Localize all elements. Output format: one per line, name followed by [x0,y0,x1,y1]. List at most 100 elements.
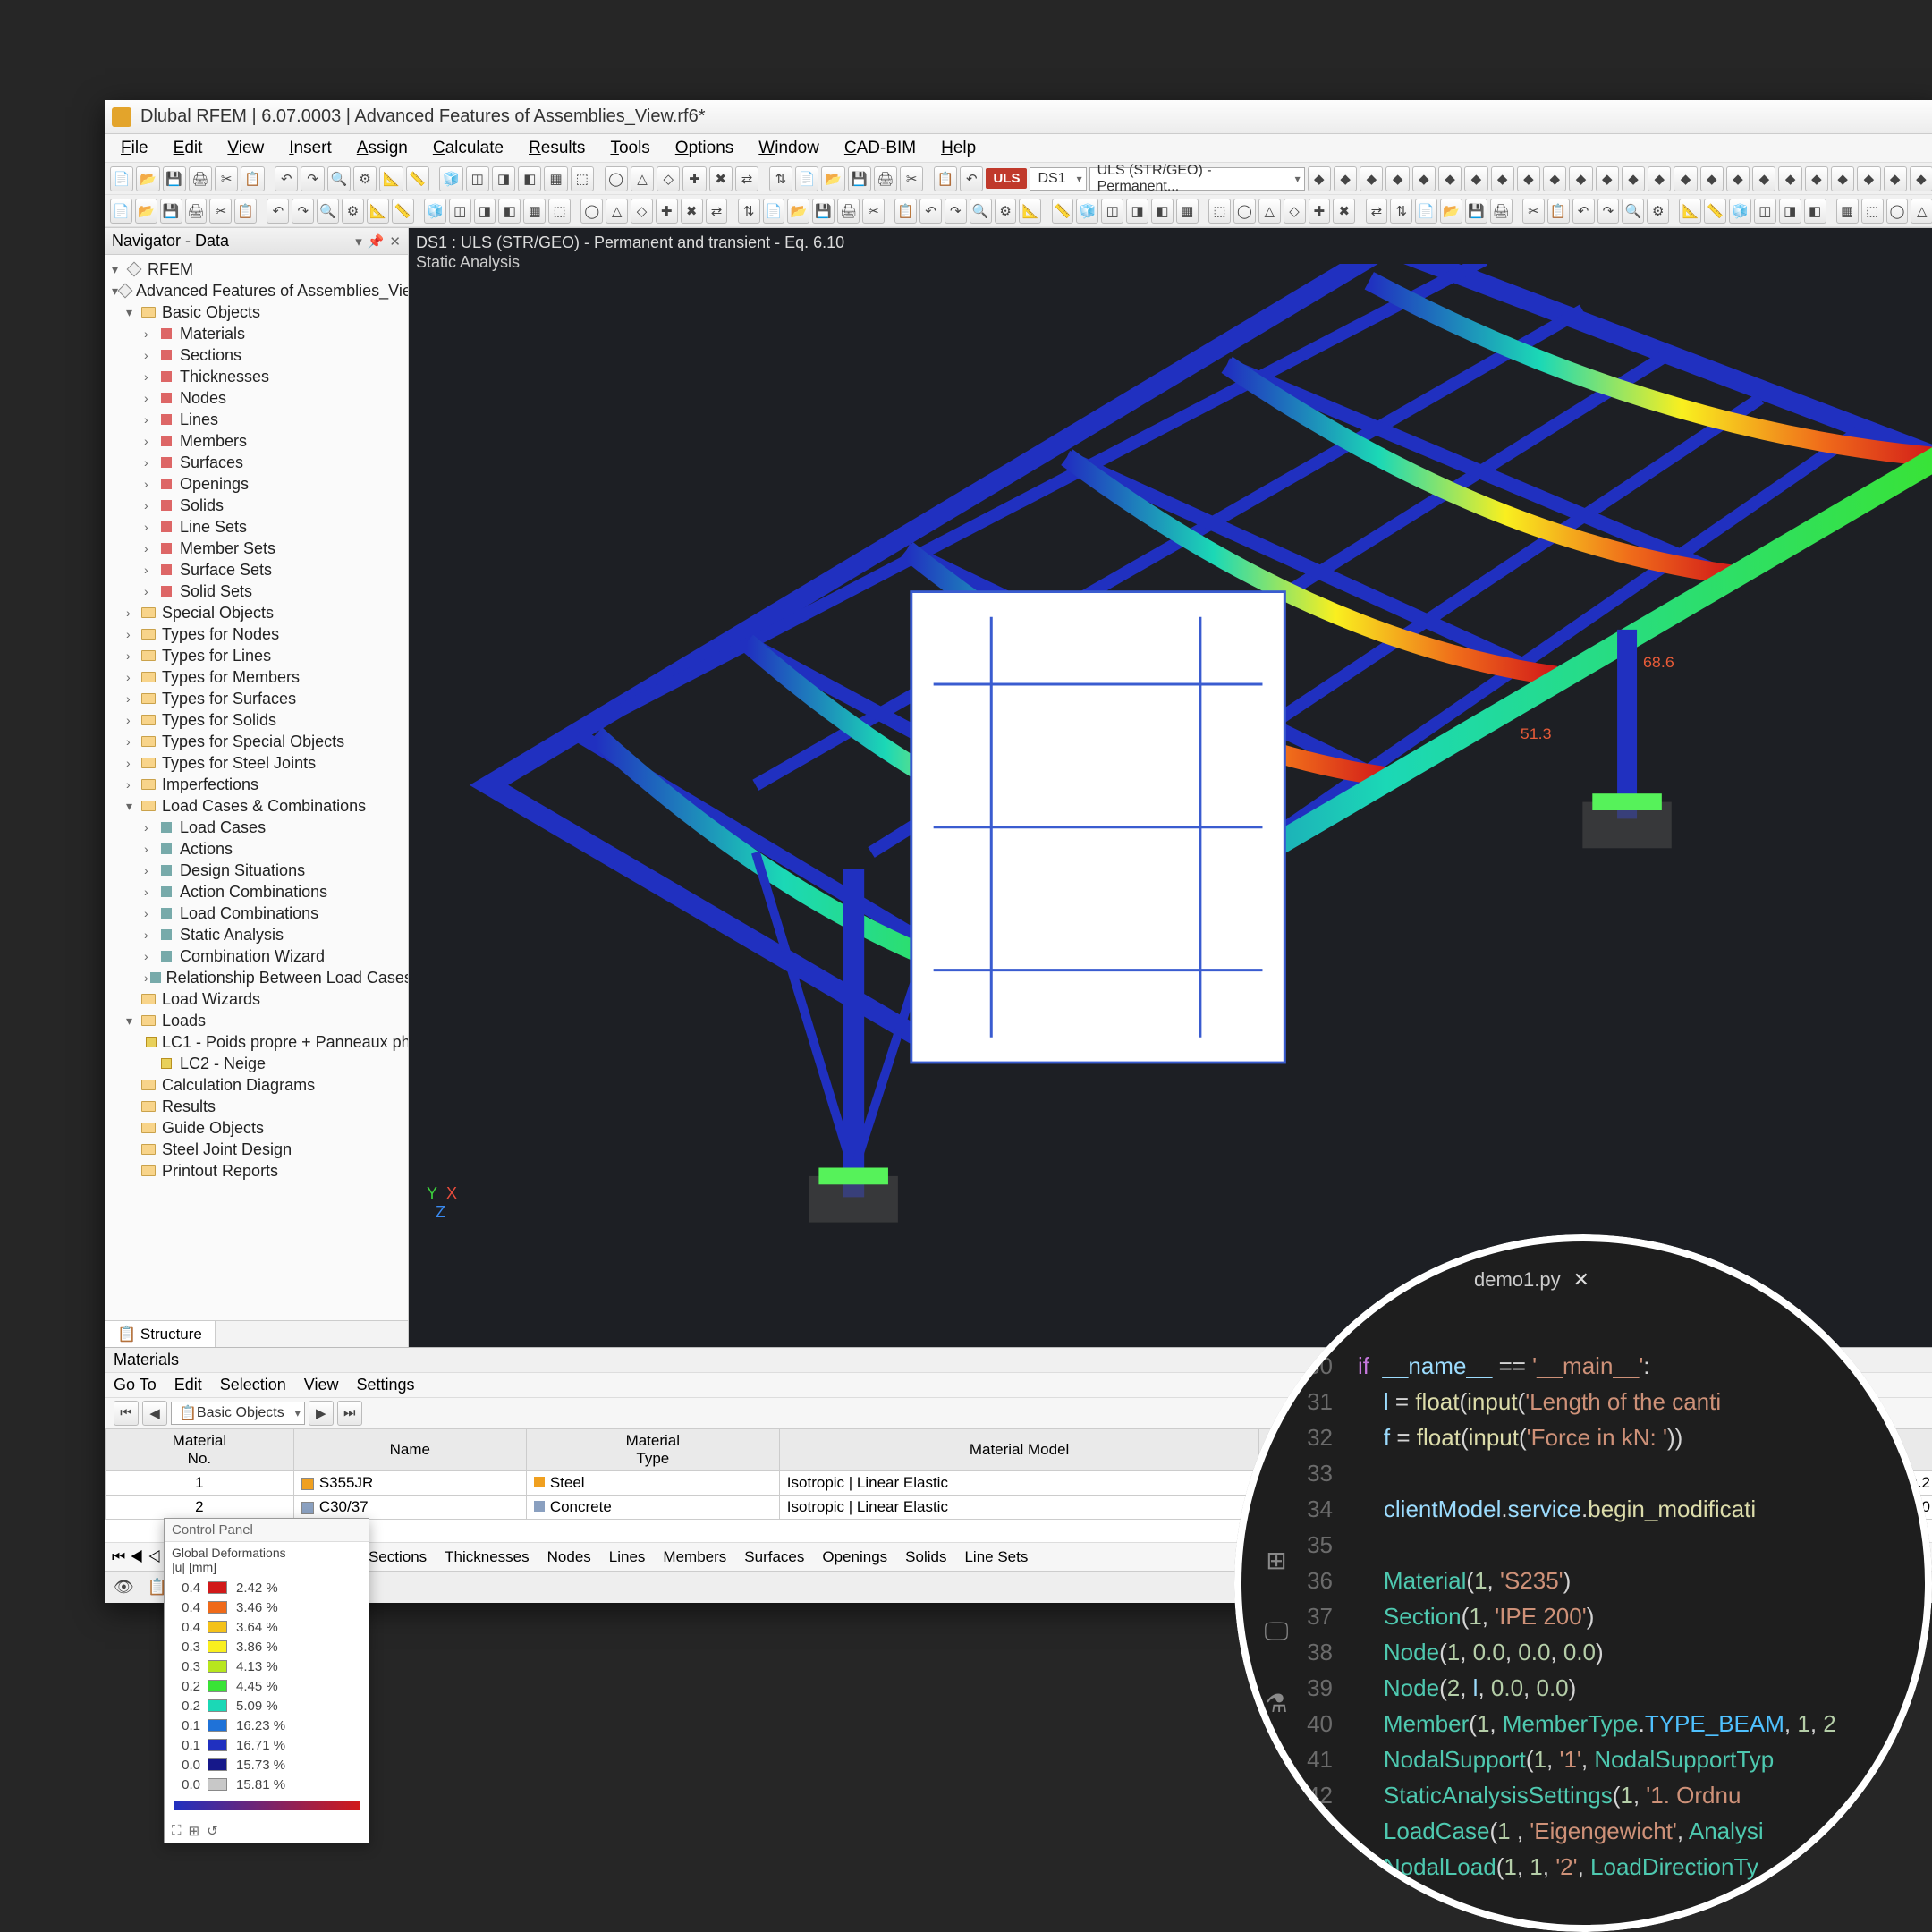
tree-item[interactable]: ›Surfaces [106,452,406,473]
tree-item[interactable]: ›Design Situations [106,860,406,881]
toolbar-button[interactable]: 📏 [406,166,429,191]
toolbar-button[interactable]: ◆ [1412,166,1436,191]
toolbar-button[interactable]: ⚙ [353,166,377,191]
toolbar-button[interactable]: ◫ [1754,199,1776,224]
tree-item[interactable]: Load Wizards [106,988,406,1010]
toolbar-button[interactable]: ⇅ [1390,199,1412,224]
tree-item[interactable]: Steel Joint Design [106,1139,406,1160]
toolbar-button[interactable]: ▦ [523,199,546,224]
bp-tab-line-sets[interactable]: Line Sets [964,1548,1028,1565]
toolbar-button[interactable]: 💾 [1465,199,1487,224]
toolbar-button[interactable]: 📋 [1547,199,1570,224]
toolbar-button[interactable]: ↷ [945,199,967,224]
toolbar-button[interactable]: ⇅ [769,166,792,191]
toolbar-button[interactable]: 📐 [367,199,389,224]
toolbar-button[interactable]: 📂 [821,166,844,191]
toolbar-button[interactable]: ⬚ [548,199,571,224]
toolbar-button[interactable]: ✂ [900,166,923,191]
toolbar-button[interactable]: 🖨 [189,166,212,191]
toolbar-button[interactable]: ◫ [1101,199,1123,224]
toolbar-button[interactable]: ◆ [1726,166,1750,191]
toolbar-button[interactable]: ↶ [267,199,289,224]
tree-item[interactable]: ›Actions [106,838,406,860]
toolbar-button[interactable]: ◇ [1284,199,1306,224]
toolbar-button[interactable]: ◯ [580,199,603,224]
toolbar-button[interactable]: ✚ [1309,199,1331,224]
toolbar-button[interactable]: 📂 [1440,199,1462,224]
toolbar-button[interactable]: ◯ [605,166,628,191]
menu-options[interactable]: Options [665,135,744,162]
tree-item[interactable]: LC1 - Poids propre + Panneaux photo. [106,1031,406,1053]
toolbar-button[interactable]: ◆ [1910,166,1932,191]
tree-loads[interactable]: ▾Loads [106,1010,406,1031]
toolbar-button[interactable]: △ [631,166,654,191]
toolbar-button[interactable]: 🧊 [439,166,462,191]
toolbar-button[interactable]: ⇄ [1366,199,1388,224]
toolbar-button[interactable]: ↷ [301,166,324,191]
tree-item[interactable]: ›Types for Special Objects [106,731,406,752]
toolbar-button[interactable]: ◫ [449,199,471,224]
toolbar-button[interactable]: ◆ [1517,166,1540,191]
toolbar-button[interactable]: ◆ [1752,166,1775,191]
toolbar-button[interactable]: ✚ [656,199,678,224]
navigator-tree[interactable]: ▾RFEM▾Advanced Features of Assemblies_Vi… [105,255,408,1320]
bp-tab-lines[interactable]: Lines [609,1548,646,1565]
toolbar-button[interactable]: ◆ [1805,166,1828,191]
toolbar-button[interactable]: ◆ [1648,166,1671,191]
tree-item[interactable]: ›Load Combinations [106,902,406,924]
toolbar-button[interactable]: 🖨 [837,199,860,224]
toolbar-button[interactable]: ◆ [1464,166,1487,191]
toolbar-button[interactable]: ⬚ [571,166,594,191]
toolbar-button[interactable]: 🖨 [1490,199,1513,224]
toolbar-button[interactable]: 🖨 [874,166,897,191]
toolbar-button[interactable]: ▦ [544,166,567,191]
load-combo[interactable]: ULS (STR/GEO) - Permanent... [1089,167,1305,191]
toolbar-button[interactable]: ◆ [1596,166,1619,191]
tree-item[interactable]: ›Load Cases [106,817,406,838]
pin-icon[interactable]: 📌 [368,233,385,250]
toolbar-button[interactable]: 📐 [1679,199,1701,224]
toolbar-button[interactable]: ↶ [919,199,942,224]
menu-tools[interactable]: Tools [599,135,660,162]
toolbar-button[interactable]: △ [1258,199,1281,224]
tree-item[interactable]: Printout Reports [106,1160,406,1182]
control-panel-footer[interactable]: ⛶⊞↺ [165,1818,369,1843]
tree-load-cases[interactable]: ▾Load Cases & Combinations [106,795,406,817]
nav-last-icon[interactable]: ⏭ [337,1401,362,1426]
toolbar-button[interactable]: ◨ [1779,199,1801,224]
tree-item[interactable]: ›Types for Members [106,666,406,688]
toolbar-button[interactable]: 📋 [934,166,957,191]
toolbar-button[interactable]: ⚙ [995,199,1017,224]
menu-assign[interactable]: Assign [346,135,419,162]
toolbar-button[interactable]: ↶ [1572,199,1595,224]
toolbar-button[interactable]: ✂ [862,199,885,224]
control-panel[interactable]: Control Panel Global Deformations |u| [m… [164,1518,369,1843]
toolbar-button[interactable]: ✂ [209,199,232,224]
toolbar-button[interactable]: ◇ [657,166,680,191]
toolbar-button[interactable]: ⇄ [706,199,728,224]
toolbar-button[interactable]: ↶ [960,166,983,191]
toolbar-button[interactable]: ◆ [1569,166,1592,191]
viewport-3d[interactable]: DS1 : ULS (STR/GEO) - Permanent and tran… [409,228,1932,1347]
toolbar-button[interactable]: ▦ [1836,199,1859,224]
menu-file[interactable]: File [110,135,159,162]
menu-insert[interactable]: Insert [278,135,343,162]
toolbar-button[interactable]: ⬚ [1208,199,1231,224]
toolbar-button[interactable]: ◧ [498,199,521,224]
tree-item[interactable]: ›Types for Steel Joints [106,752,406,774]
tree-item[interactable]: Guide Objects [106,1117,406,1139]
tree-item[interactable]: ›Openings [106,473,406,495]
toolbar-button[interactable]: 📂 [787,199,809,224]
close-icon[interactable]: ✕ [1573,1268,1589,1292]
toolbar-button[interactable]: ✂ [1522,199,1545,224]
toolbar-button[interactable]: 🧊 [1729,199,1751,224]
toolbar-button[interactable]: ◨ [492,166,515,191]
tree-item[interactable]: ›Types for Solids [106,709,406,731]
toolbar-button[interactable]: 🔍 [317,199,339,224]
toolbar-button[interactable]: 🧊 [1076,199,1098,224]
toolbar-button[interactable]: 📄 [795,166,818,191]
bp-menu-settings[interactable]: Settings [357,1376,415,1394]
tree-item[interactable]: ›Nodes [106,387,406,409]
bp-tab-surfaces[interactable]: Surfaces [744,1548,804,1565]
tree-item[interactable]: ›Lines [106,409,406,430]
